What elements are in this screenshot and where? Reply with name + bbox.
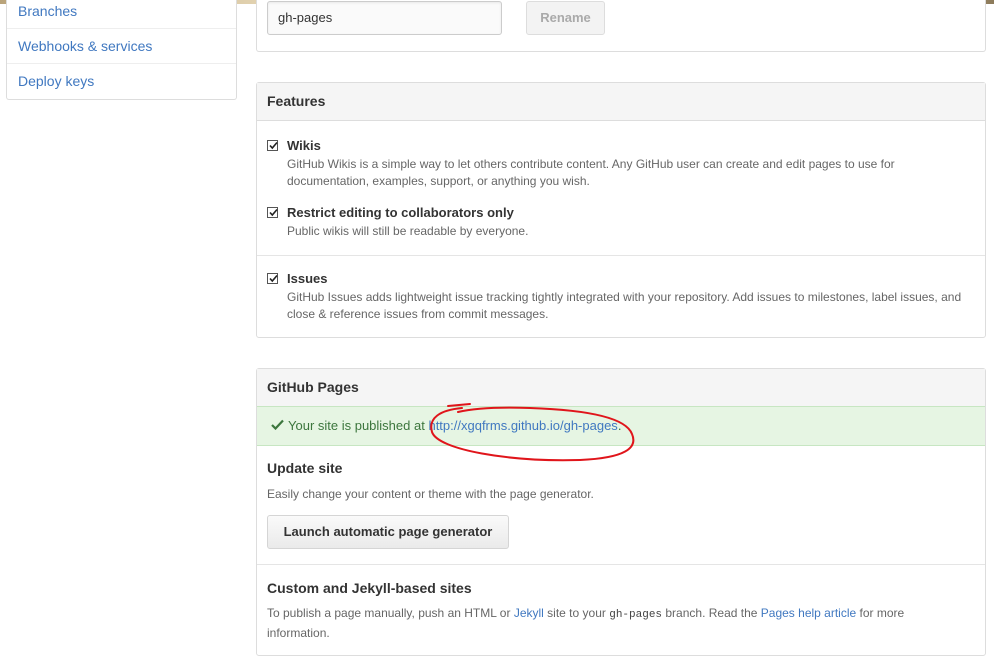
published-flash: Your site is published at http://xgqfrms… (257, 406, 985, 446)
launch-page-generator-button[interactable]: Launch automatic page generator (267, 515, 509, 549)
check-icon (271, 407, 285, 445)
wikis-description: GitHub Wikis is a simple way to let othe… (287, 157, 895, 188)
features-box: Features Wikis GitHub Wikis is a simple … (256, 82, 986, 338)
sidebar-item-deploy-keys[interactable]: Deploy keys (7, 64, 236, 98)
features-heading: Features (257, 83, 985, 121)
checkbox-checked-icon (269, 141, 278, 150)
checkbox-checked-icon (269, 274, 278, 283)
github-pages-box: GitHub Pages Your site is published at h… (256, 368, 986, 656)
published-site-link[interactable]: http://xgqfrms.github.io/gh-pages (428, 418, 617, 433)
custom-desc-part-2: site to your (547, 606, 606, 620)
jekyll-link[interactable]: Jekyll (514, 606, 544, 620)
custom-sites-title: Custom and Jekyll-based sites (267, 580, 472, 596)
settings-sidebar: Branches Webhooks & services Deploy keys (6, 0, 237, 100)
issues-label: Issues (287, 271, 328, 286)
checkbox-checked-icon (269, 208, 278, 217)
published-prefix: Your site is published at (288, 418, 425, 433)
issues-checkbox[interactable] (267, 273, 278, 284)
features-divider (257, 255, 985, 256)
branch-name-input[interactable]: gh-pages (267, 1, 502, 35)
restrict-editing-checkbox[interactable] (267, 207, 278, 218)
custom-sites-description: To publish a page manually, push an HTML… (267, 604, 967, 642)
restrict-editing-label: Restrict editing to collaborators only (287, 205, 514, 220)
default-branch-box: gh-pages Rename (256, 0, 986, 52)
gh-pages-code: gh-pages (609, 609, 663, 621)
sidebar-item-webhooks-services[interactable]: Webhooks & services (7, 29, 236, 64)
update-site-title: Update site (267, 460, 343, 476)
sidebar-item-branches[interactable]: Branches (7, 0, 236, 29)
custom-desc-part-1: To publish a page manually, push an HTML… (267, 606, 511, 620)
custom-desc-part-3: branch. Read the (665, 606, 758, 620)
pages-divider (257, 564, 985, 565)
rename-button[interactable]: Rename (526, 1, 605, 35)
issues-description: GitHub Issues adds lightweight issue tra… (287, 290, 962, 321)
restrict-editing-description: Public wikis will still be readable by e… (287, 224, 529, 238)
pages-help-link[interactable]: Pages help article (761, 606, 856, 620)
github-pages-heading: GitHub Pages (257, 369, 985, 407)
wikis-checkbox[interactable] (267, 140, 278, 151)
published-suffix: . (617, 418, 622, 433)
update-site-description: Easily change your content or theme with… (267, 487, 594, 501)
wikis-label: Wikis (287, 138, 321, 153)
